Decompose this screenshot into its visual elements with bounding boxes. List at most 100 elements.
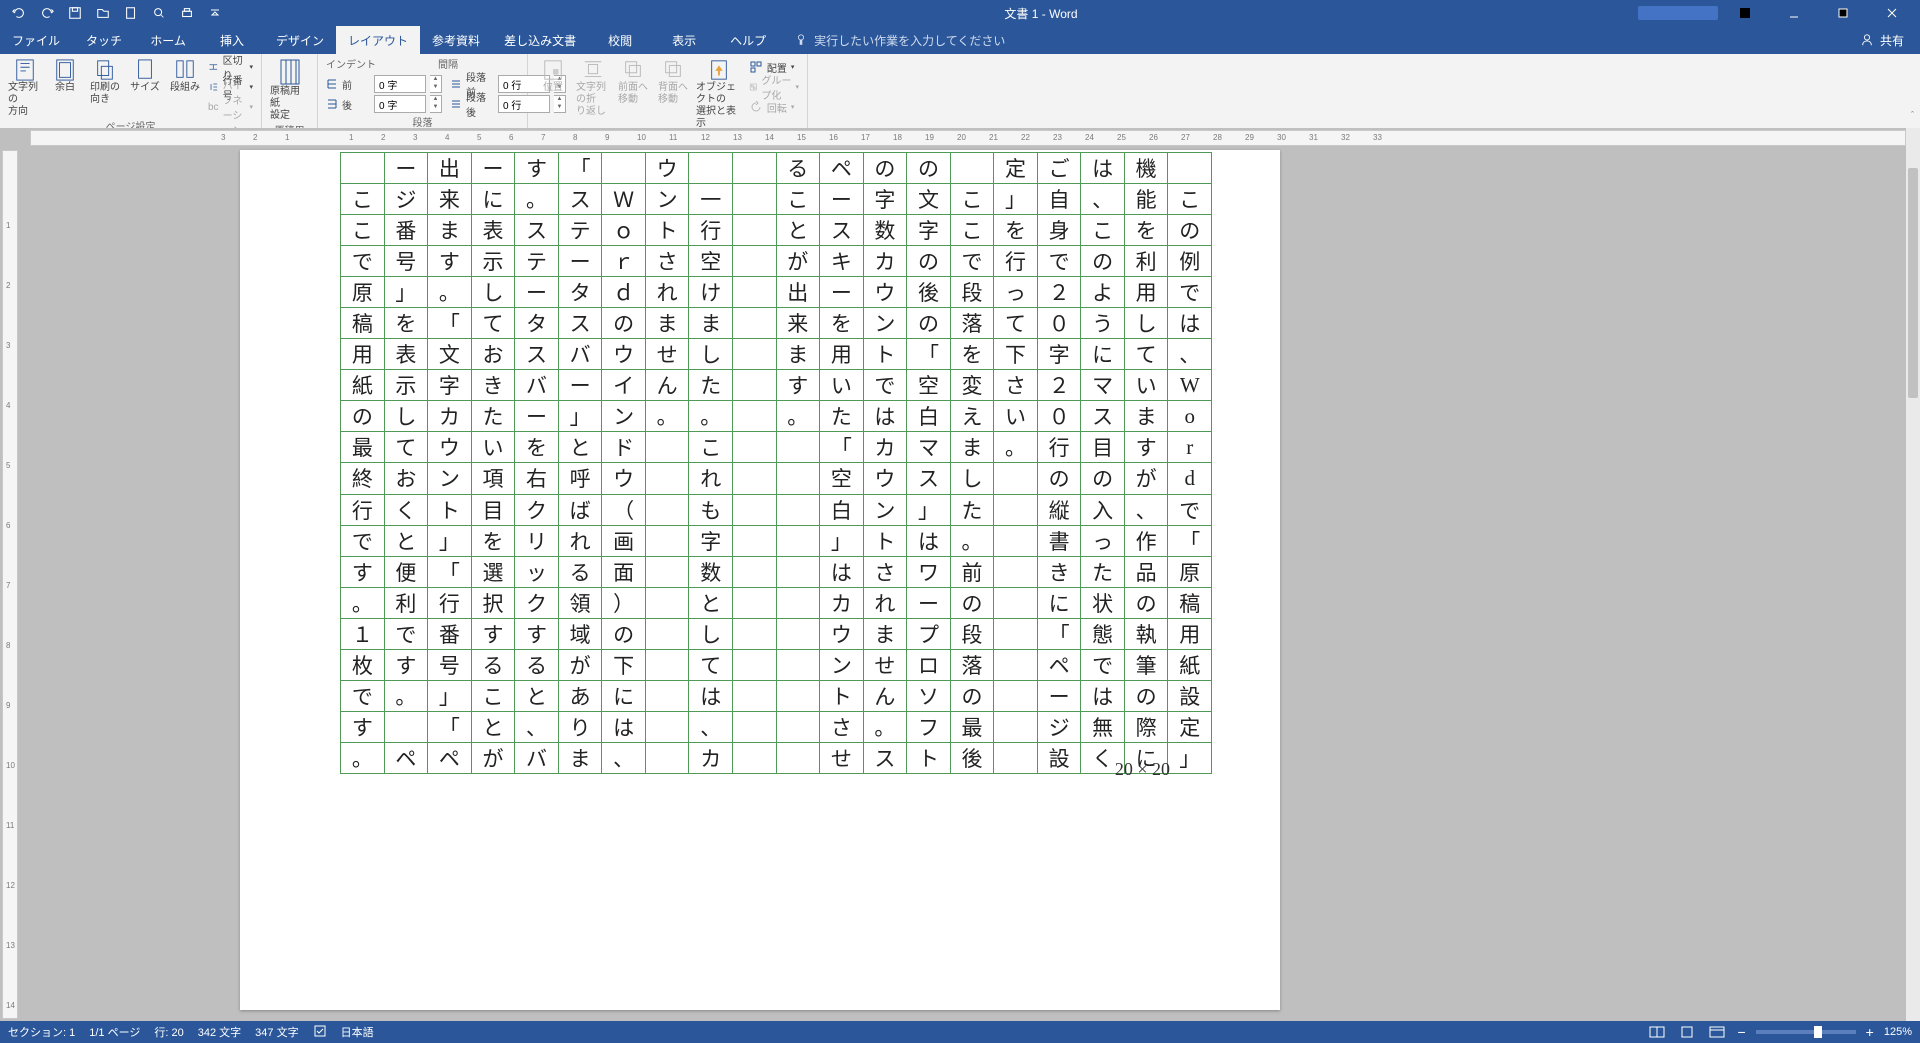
grid-cell[interactable]: [733, 339, 776, 370]
grid-cell[interactable]: [777, 712, 820, 743]
grid-cell[interactable]: 後: [907, 277, 950, 308]
grid-cell[interactable]: 白: [820, 495, 863, 526]
grid-cell[interactable]: 品: [1125, 557, 1168, 588]
tab-view[interactable]: 表示: [652, 26, 716, 54]
grid-cell[interactable]: が: [472, 743, 515, 773]
grid-cell[interactable]: 利: [385, 588, 428, 619]
grid-cell[interactable]: [777, 588, 820, 619]
grid-cell[interactable]: （: [602, 495, 645, 526]
grid-cell[interactable]: ト: [864, 339, 907, 370]
grid-cell[interactable]: ー: [385, 153, 428, 184]
hyphenation-button[interactable]: bc ハイフネーション ▾: [208, 98, 253, 116]
grid-cell[interactable]: 「: [428, 557, 471, 588]
grid-cell[interactable]: の: [1081, 463, 1124, 494]
grid-cell[interactable]: [646, 526, 689, 557]
grid-cell[interactable]: ば: [559, 495, 602, 526]
indent-right-input[interactable]: [374, 95, 426, 113]
grid-cell[interactable]: は: [1081, 681, 1124, 712]
grid-cell[interactable]: 段: [951, 277, 994, 308]
grid-cell[interactable]: は: [689, 681, 732, 712]
grid-cell[interactable]: [646, 432, 689, 463]
grid-cell[interactable]: ペ: [385, 743, 428, 773]
grid-cell[interactable]: 例: [1168, 246, 1211, 277]
grid-cell[interactable]: ー: [515, 401, 558, 432]
status-page[interactable]: 1/1 ページ: [89, 1024, 140, 1040]
tab-layout[interactable]: レイアウト: [336, 26, 420, 54]
grid-cell[interactable]: は: [1168, 308, 1211, 339]
grid-cell[interactable]: Ｗ: [602, 184, 645, 215]
grid-cell[interactable]: ウ: [602, 339, 645, 370]
grid-cell[interactable]: 」: [559, 401, 602, 432]
grid-cell[interactable]: が: [777, 246, 820, 277]
grid-cell[interactable]: マ: [1081, 370, 1124, 401]
grid-cell[interactable]: る: [515, 650, 558, 681]
grid-cell[interactable]: W: [1168, 370, 1211, 401]
grid-cell[interactable]: 際: [1125, 712, 1168, 743]
grid-cell[interactable]: リ: [515, 526, 558, 557]
grid-cell[interactable]: [385, 712, 428, 743]
grid-cell[interactable]: と: [777, 215, 820, 246]
grid-cell[interactable]: [733, 184, 776, 215]
grid-cell[interactable]: ン: [602, 401, 645, 432]
grid-cell[interactable]: [646, 557, 689, 588]
grid-cell[interactable]: す: [1125, 432, 1168, 463]
grid-cell[interactable]: ウ: [646, 153, 689, 184]
grid-cell[interactable]: せ: [820, 743, 863, 773]
grid-cell[interactable]: ０: [1038, 401, 1081, 432]
grid-cell[interactable]: た: [820, 401, 863, 432]
grid-cell[interactable]: 機: [1125, 153, 1168, 184]
grid-cell[interactable]: 。: [646, 401, 689, 432]
grid-cell[interactable]: け: [689, 277, 732, 308]
grid-cell[interactable]: の: [341, 401, 384, 432]
grid-cell[interactable]: ー: [820, 184, 863, 215]
grid-cell[interactable]: イ: [602, 370, 645, 401]
grid-cell[interactable]: す: [341, 712, 384, 743]
open-button[interactable]: [94, 4, 112, 22]
grid-cell[interactable]: 出: [428, 153, 471, 184]
grid-cell[interactable]: 最: [951, 712, 994, 743]
grid-cell[interactable]: 字: [864, 184, 907, 215]
grid-cell[interactable]: 選: [472, 557, 515, 588]
grid-cell[interactable]: い: [994, 401, 1037, 432]
group-button[interactable]: グループ化 ▾: [749, 78, 799, 96]
grid-cell[interactable]: で: [341, 681, 384, 712]
grid-cell[interactable]: ０: [1038, 308, 1081, 339]
grid-cell[interactable]: る: [777, 153, 820, 184]
grid-cell[interactable]: 右: [515, 463, 558, 494]
grid-cell[interactable]: 紙: [341, 370, 384, 401]
grid-cell[interactable]: [646, 681, 689, 712]
grid-cell[interactable]: を: [994, 215, 1037, 246]
grid-cell[interactable]: プ: [907, 619, 950, 650]
grid-cell[interactable]: バ: [559, 339, 602, 370]
grid-cell[interactable]: 来: [428, 184, 471, 215]
grid-cell[interactable]: 空: [820, 463, 863, 494]
grid-cell[interactable]: 番: [428, 619, 471, 650]
grid-cell[interactable]: 。: [994, 432, 1037, 463]
grid-cell[interactable]: て: [994, 308, 1037, 339]
grid-cell[interactable]: も: [689, 495, 732, 526]
grid-cell[interactable]: を: [385, 308, 428, 339]
grid-cell[interactable]: [994, 650, 1037, 681]
grid-cell[interactable]: ウ: [864, 277, 907, 308]
grid-cell[interactable]: り: [559, 712, 602, 743]
undo-button[interactable]: [10, 4, 28, 22]
grid-cell[interactable]: っ: [994, 277, 1037, 308]
grid-cell[interactable]: [733, 153, 776, 184]
grid-cell[interactable]: 枚: [341, 650, 384, 681]
grid-cell[interactable]: 。: [428, 277, 471, 308]
columns-button[interactable]: 段組み: [168, 56, 202, 94]
grid-cell[interactable]: 「: [559, 153, 602, 184]
grid-cell[interactable]: [994, 495, 1037, 526]
grid-cell[interactable]: [646, 619, 689, 650]
grid-cell[interactable]: [733, 650, 776, 681]
grid-cell[interactable]: 。: [341, 743, 384, 773]
grid-cell[interactable]: 文: [907, 184, 950, 215]
grid-cell[interactable]: の: [1081, 246, 1124, 277]
grid-cell[interactable]: [733, 712, 776, 743]
vertical-scrollbar[interactable]: [1906, 128, 1920, 1021]
collapse-ribbon-button[interactable]: ˆ: [1911, 110, 1914, 120]
grid-cell[interactable]: の: [951, 681, 994, 712]
grid-cell[interactable]: し: [472, 277, 515, 308]
grid-cell[interactable]: ま: [777, 339, 820, 370]
grid-cell[interactable]: ロ: [907, 650, 950, 681]
